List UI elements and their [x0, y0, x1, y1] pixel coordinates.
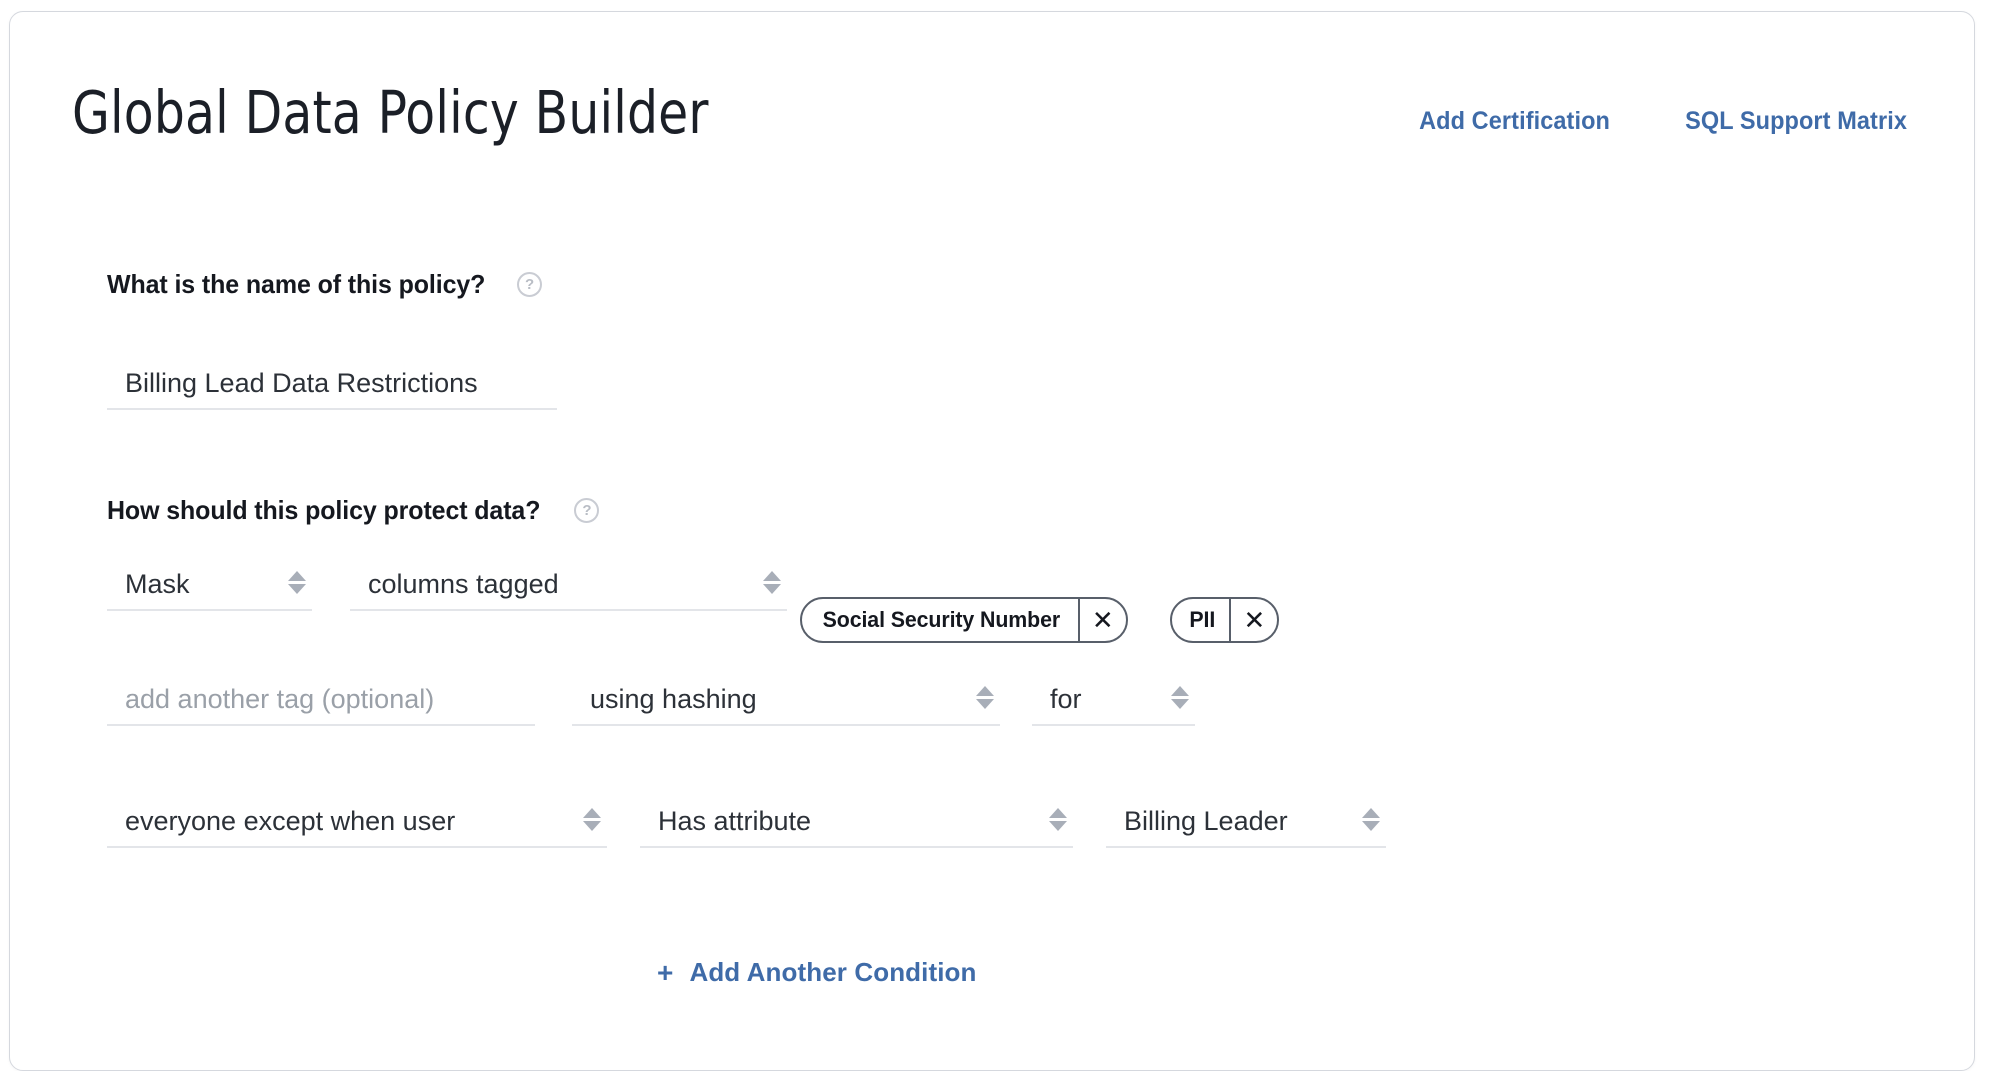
chevron-updown-icon — [1049, 808, 1067, 831]
chevron-updown-icon — [288, 571, 306, 594]
policy-name-question-label: What is the name of this policy? — [107, 269, 486, 299]
target-select-value: columns tagged — [368, 569, 559, 599]
add-another-condition-button[interactable]: + Add Another Condition — [657, 957, 977, 988]
chevron-updown-icon — [1362, 808, 1380, 831]
add-tag-placeholder: add another tag (optional) — [125, 684, 435, 714]
policy-name-input[interactable]: Billing Lead Data Restrictions — [107, 356, 557, 410]
subject-select-value: Billing Leader — [1124, 806, 1288, 836]
scope-select-value: everyone except when user — [125, 806, 456, 836]
add-another-condition-label: Add Another Condition — [689, 957, 977, 987]
action-select[interactable]: Mask — [107, 557, 312, 611]
tag-chip-label: Social Security Number — [822, 607, 1061, 632]
add-tag-input[interactable]: add another tag (optional) — [107, 672, 535, 726]
tag-chip-list: Social Security Number ✕ PII ✕ — [800, 597, 1280, 643]
header-links: Add Certification SQL Support Matrix — [1413, 107, 1914, 136]
condition-select[interactable]: Has attribute — [640, 794, 1073, 848]
page-title: Global Data Policy Builder — [72, 78, 709, 147]
chevron-updown-icon — [583, 808, 601, 831]
scope-select[interactable]: everyone except when user — [107, 794, 607, 848]
policy-name-question: What is the name of this policy? ? — [107, 269, 543, 300]
method-select[interactable]: using hashing — [572, 672, 1000, 726]
applies-select[interactable]: for — [1032, 672, 1195, 726]
protect-data-question: How should this policy protect data? ? — [107, 495, 600, 526]
condition-select-value: Has attribute — [658, 806, 812, 836]
add-certification-link[interactable]: Add Certification — [1419, 107, 1610, 136]
help-circle-icon[interactable]: ? — [574, 498, 600, 523]
chevron-updown-icon — [763, 571, 781, 594]
policy-name-value: Billing Lead Data Restrictions — [125, 368, 478, 398]
tag-chip[interactable]: Social Security Number ✕ — [800, 597, 1128, 643]
target-select[interactable]: columns tagged — [350, 557, 787, 611]
chevron-updown-icon — [1171, 686, 1189, 709]
subject-select[interactable]: Billing Leader — [1106, 794, 1386, 848]
help-circle-icon[interactable]: ? — [517, 272, 543, 297]
method-select-value: using hashing — [590, 684, 757, 714]
close-icon[interactable]: ✕ — [1229, 599, 1277, 641]
protect-data-question-label: How should this policy protect data? — [107, 495, 541, 525]
chevron-updown-icon — [976, 686, 994, 709]
plus-icon: + — [657, 956, 674, 988]
sql-support-matrix-link[interactable]: SQL Support Matrix — [1685, 107, 1907, 136]
action-select-value: Mask — [125, 569, 190, 599]
policy-builder-card: Global Data Policy Builder Add Certifica… — [9, 11, 1975, 1071]
close-icon[interactable]: ✕ — [1077, 599, 1126, 641]
tag-chip[interactable]: PII ✕ — [1169, 597, 1280, 643]
applies-select-value: for — [1050, 684, 1082, 714]
tag-chip-label: PII — [1189, 607, 1215, 632]
